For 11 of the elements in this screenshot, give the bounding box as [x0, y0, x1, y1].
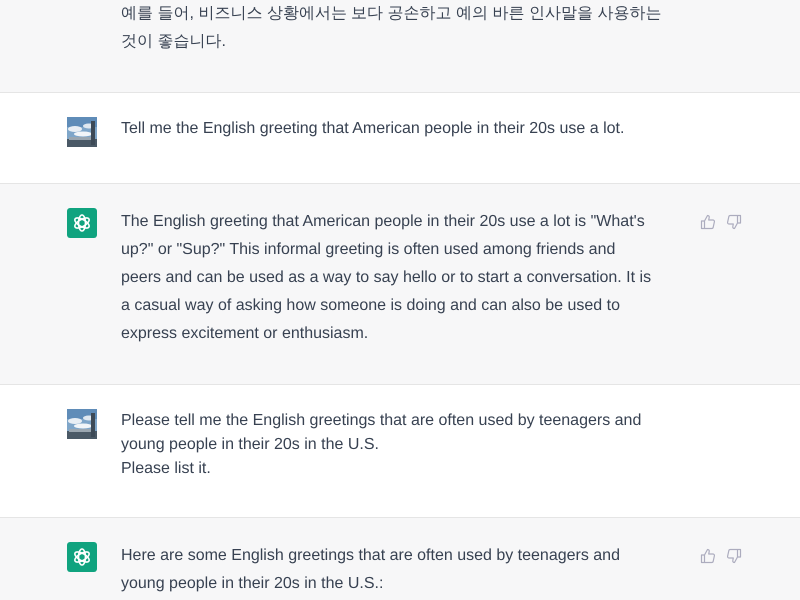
- thumbs-down-icon[interactable]: [726, 548, 742, 564]
- message-text: Here are some English greetings that are often used by teenagers and young people in their 20s in the U.S.:: [121, 546, 621, 594]
- message-text: The English greeting that American people in their 20s use a lot is "What's up?" or "Sup?" This informal greeting is often used among friends and peers and can be used as a way to say hello or to start a conversation. It is a casual way of asking how someone is doing and can also be used to express excitement or enthusiasm.: [121, 212, 652, 344]
- logo-icon: [67, 208, 97, 238]
- thumbs-up-icon[interactable]: [700, 214, 716, 230]
- message-text: Tell me the English greeting that American people in their 20s use a lot.: [121, 119, 626, 139]
- message-text: 예를 들어, 비즈니스 상황에서는 보다 공손하고 예의 바른 인사말을 사용하는 것이 좋습니다.: [121, 4, 662, 52]
- thumbs-up-icon[interactable]: [700, 548, 716, 564]
- logo-icon: [67, 542, 97, 572]
- thumbs-down-icon[interactable]: [726, 214, 742, 230]
- message-text: Please tell me the English greetings that are often used by teenagers and young people in their 20s in the U.S. Please list it.: [121, 411, 642, 479]
